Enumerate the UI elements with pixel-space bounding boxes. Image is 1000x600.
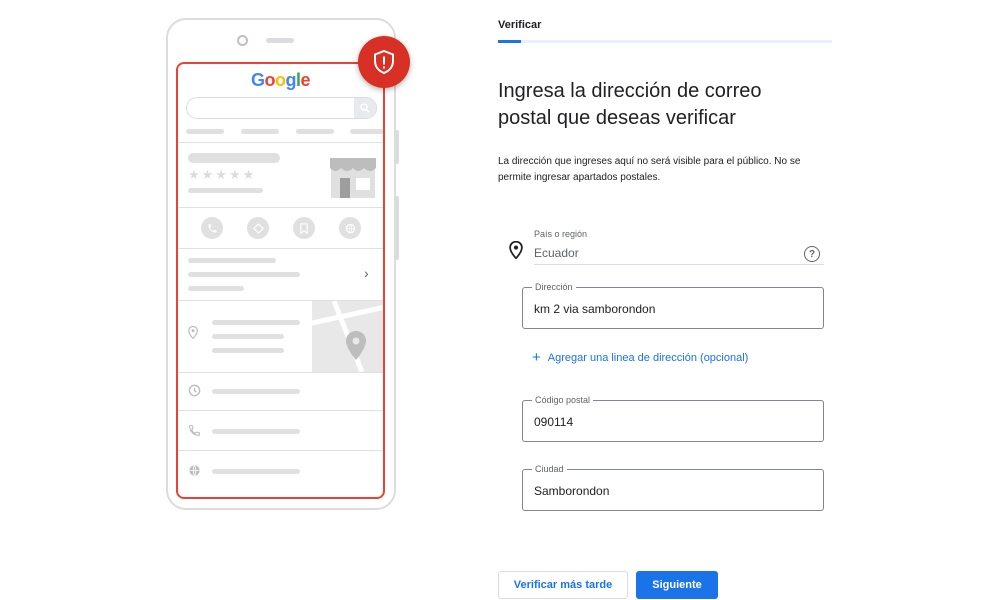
search-bar	[186, 97, 377, 119]
map-pin-icon	[188, 326, 198, 339]
phone-speaker	[266, 38, 294, 43]
search-icon	[354, 98, 376, 118]
postal-code-input[interactable]	[534, 413, 814, 431]
phone-icon	[188, 424, 201, 437]
add-address-line-label: Agregar una linea de dirección (opcional…	[547, 352, 749, 364]
page-description: La dirección que ingreses aquí no será v…	[498, 156, 801, 183]
city-input[interactable]	[534, 482, 814, 500]
phone-icon	[201, 217, 223, 239]
phone-camera	[237, 35, 248, 46]
plus-icon: +	[532, 349, 541, 366]
address-field[interactable]: Dirección	[522, 282, 824, 329]
add-address-line-button[interactable]: + Agregar una linea de dirección (opcion…	[532, 349, 749, 366]
city-label: Ciudad	[532, 464, 567, 474]
tab-placeholder	[350, 129, 383, 134]
rating-stars: ★★★★★	[188, 167, 257, 182]
description-placeholder	[188, 258, 276, 263]
phone-side-button	[394, 196, 399, 260]
hours-placeholder	[212, 389, 300, 394]
location-pin-icon	[509, 240, 523, 260]
step-title: Verificar	[498, 19, 542, 31]
globe-icon	[188, 464, 201, 477]
chevron-right-icon: ›	[364, 265, 369, 281]
address-label: Dirección	[532, 282, 576, 292]
progress-bar	[498, 40, 832, 43]
postal-code-label: Código postal	[532, 395, 594, 405]
country-select[interactable]: Ecuador	[534, 246, 579, 260]
divider	[178, 372, 383, 373]
address-placeholder	[212, 334, 284, 339]
business-name-placeholder	[188, 153, 280, 163]
help-icon[interactable]: ?	[804, 246, 820, 262]
country-underline	[534, 264, 824, 265]
address-placeholder	[212, 320, 300, 325]
address-placeholder	[212, 348, 284, 353]
address-input[interactable]	[534, 300, 814, 318]
divider	[178, 450, 383, 451]
shop-icon	[330, 154, 376, 203]
shield-alert-icon	[358, 36, 410, 88]
google-logo: Google	[250, 70, 311, 90]
globe-icon	[339, 217, 361, 239]
clock-icon	[188, 384, 201, 397]
next-button[interactable]: Siguiente	[636, 571, 718, 599]
page-title: Ingresa la dirección de correo postal qu…	[498, 80, 762, 129]
business-meta-placeholder	[188, 188, 263, 193]
divider	[178, 207, 383, 208]
website-placeholder	[212, 469, 300, 474]
country-label: País o región	[531, 229, 591, 239]
directions-icon	[247, 217, 269, 239]
postal-code-field[interactable]: Código postal	[522, 395, 824, 442]
divider	[178, 248, 383, 249]
description-placeholder	[188, 286, 244, 291]
progress-fill	[498, 40, 522, 43]
map-thumbnail	[312, 301, 383, 372]
tab-placeholder	[296, 129, 334, 134]
phone-screen: Google ★★★★★ ›	[176, 62, 385, 499]
city-field[interactable]: Ciudad	[522, 464, 824, 511]
tab-placeholder	[186, 129, 224, 134]
verify-later-button[interactable]: Verificar más tarde	[498, 571, 628, 599]
phone-placeholder	[212, 429, 300, 434]
tab-placeholder	[241, 129, 279, 134]
bookmark-icon	[293, 217, 315, 239]
divider	[178, 410, 383, 411]
phone-side-button	[394, 130, 399, 164]
divider	[178, 142, 383, 143]
description-placeholder	[188, 272, 300, 277]
